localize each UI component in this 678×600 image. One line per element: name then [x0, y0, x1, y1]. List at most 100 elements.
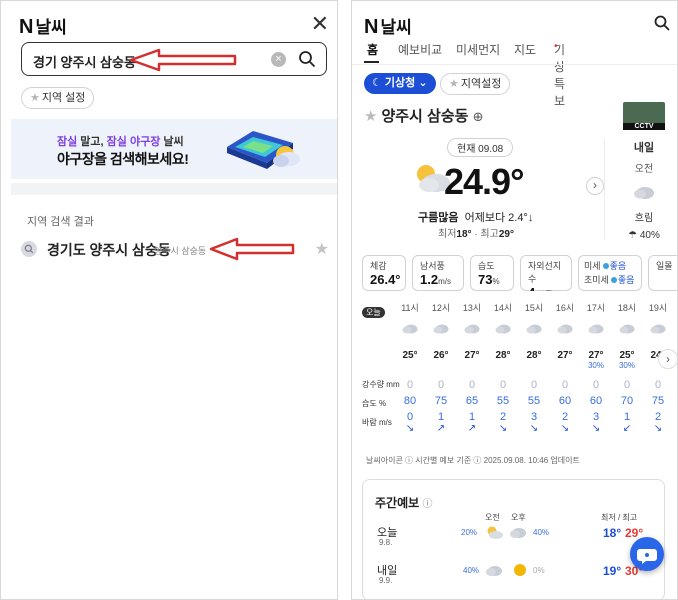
hour-rain: 0 — [561, 379, 569, 391]
cloudy-icon — [464, 324, 480, 334]
cloudy-icon — [557, 324, 573, 334]
chevron-right-icon[interactable]: › — [586, 177, 604, 195]
weekly-tmin: 19° — [603, 564, 622, 578]
hour-wind: 3 — [530, 411, 538, 423]
hour-wind: 2 — [499, 411, 507, 423]
hour-rain: 0 — [406, 379, 414, 391]
weather-panel: N 날씨 홈 예보비교 미세먼지 지도 기상특보 • ☾ 기상청 ⌄ ★ 지역설정 ★… — [351, 0, 678, 600]
min-label: 최저 — [438, 229, 457, 240]
ballpark-banner[interactable]: 잠실 말고, 잠실 야구장 날씨 야구장을 검색해보세요! — [11, 119, 337, 179]
hour-temp: 25° — [619, 350, 635, 361]
result-sub-text: 양주시 삼숭동 — [154, 246, 207, 256]
stat-wind[interactable]: 남서풍 1.2m/s — [412, 255, 464, 291]
max-label: 최고 — [480, 229, 499, 240]
hour-column: 15시 28° 0 55 3 ↘ — [520, 301, 548, 434]
stat-unit: % — [492, 277, 500, 286]
stat-fine-dust[interactable]: 미세 좋음 초미세 좋음 — [578, 255, 642, 291]
right-header: N 날씨 — [364, 13, 670, 38]
chat-fab-button[interactable] — [630, 537, 664, 571]
chevron-right-icon[interactable]: › — [658, 349, 677, 369]
tab-map[interactable]: 지도 — [514, 41, 536, 58]
region-setting-label: 지역 설정 — [41, 92, 86, 104]
cctv-label: CCTV — [623, 123, 665, 130]
hour-temp: 28° — [495, 350, 511, 361]
search-icon[interactable] — [298, 50, 316, 68]
wind-direction-icon: ↗ — [436, 423, 446, 434]
weekly-pop-am: 40% — [463, 566, 480, 575]
weekly-row-today[interactable]: 오늘 9.8. 20% 40% 18° 29° — [375, 524, 665, 552]
weekly-row-tomorrow[interactable]: 내일 9.9. 40% 0% 19° 30° — [375, 562, 665, 590]
tab-forecast-compare[interactable]: 예보비교 — [398, 41, 442, 58]
hour-temp: 25° — [402, 350, 418, 361]
hour-label: 11시 — [401, 303, 419, 313]
naver-logo[interactable]: N — [19, 16, 33, 38]
stat-label: 남서풍 — [420, 261, 445, 271]
hour-wind: 3 — [592, 411, 600, 423]
source-dropdown[interactable]: ☾ 기상청 ⌄ — [364, 73, 436, 94]
tomorrow-condition: 흐림 — [634, 213, 654, 224]
hour-label: 17시 — [586, 303, 606, 313]
update-note: 날씨아이콘 ⓘ 시간별 예보 기준 ⓘ 2025.09.08. 10:46 업데… — [366, 456, 580, 465]
hour-label: 13시 — [462, 303, 482, 313]
hour-rain: 0 — [499, 379, 507, 391]
stat-unit: m/s — [438, 277, 451, 286]
location-name: 양주시 삼숭동 — [381, 108, 469, 125]
hour-label: 15시 — [524, 303, 544, 313]
stat-unit: 보통 — [538, 290, 553, 291]
stat-uv[interactable]: 자외선지수 4 보통 — [520, 255, 572, 291]
active-tab-indicator — [364, 61, 379, 63]
weather-stats: 체감 26.4° 남서풍 1.2m/s 습도 73% 자외선지수 4 보통 미세… — [362, 255, 677, 291]
tomorrow-summary[interactable]: 내일 오전 흐림 ☂ 40% — [614, 139, 674, 241]
wind-direction-icon: ↘ — [560, 423, 570, 434]
weekly-tmin: 18° — [603, 526, 622, 540]
stat-value: 1.2 — [420, 272, 439, 287]
region-setting-chip[interactable]: ★ 지역 설정 — [21, 87, 95, 109]
stat-label: 자외선지수 — [528, 261, 562, 284]
banner-text-b: 말고, — [77, 136, 107, 148]
hour-rain: 0 — [530, 379, 538, 391]
close-icon[interactable]: ✕ — [311, 13, 329, 35]
naver-logo[interactable]: N — [364, 16, 378, 38]
hour-column: 12시 26° 0 75 1 ↗ — [427, 301, 455, 434]
tab-home[interactable]: 홈 — [367, 41, 378, 58]
hour-pop: 30% — [587, 361, 604, 370]
hour-humidity: 60 — [558, 395, 572, 407]
cloudy-icon — [495, 324, 511, 334]
hour-humidity: 60 — [589, 395, 603, 407]
weekly-title: 주간예보 ⓘ — [375, 494, 433, 511]
cctv-thumbnail[interactable]: CCTV — [623, 102, 665, 130]
cloudy-icon — [510, 528, 526, 538]
section-divider — [11, 183, 337, 195]
wind-direction-icon: ↘ — [591, 423, 601, 434]
source-label: 기상청 — [384, 77, 416, 89]
row-label-humidity: 습도 % — [362, 399, 387, 408]
clear-icon[interactable]: × — [271, 52, 286, 67]
tab-fine-dust[interactable]: 미세먼지 — [456, 41, 500, 58]
chevron-down-icon: ⌄ — [415, 77, 428, 89]
results-title: 지역 검색 결과 — [27, 216, 94, 228]
locate-icon[interactable]: ⊕ — [473, 109, 484, 124]
search-icon[interactable] — [654, 15, 670, 31]
stat-humidity[interactable]: 습도 73% — [470, 255, 514, 291]
tabs-divider — [352, 64, 677, 65]
wind-direction-icon: ↙ — [622, 423, 632, 434]
wind-direction-icon: ↘ — [498, 423, 508, 434]
stat-label: 체감 — [370, 261, 387, 271]
hourly-forecast[interactable]: 오늘 강수량 mm 습도 % 바람 m/s 11시 25° 0 80 0 ↘ 12시 26° 0… — [362, 301, 677, 441]
new-dot-icon: • — [554, 41, 558, 52]
hour-pop: 30% — [618, 361, 635, 370]
region-setting-chip[interactable]: ★ 지역설정 — [440, 73, 511, 95]
hour-temp: 26° — [433, 350, 449, 361]
stat-sunset[interactable]: 일몰 — [648, 255, 677, 291]
hour-pop — [458, 361, 486, 371]
info-icon[interactable]: ⓘ — [423, 499, 433, 510]
weekly-date: 9.9. — [379, 576, 393, 585]
weekly-date: 9.8. — [379, 538, 393, 547]
left-header: N 날씨 ✕ — [19, 13, 329, 39]
stat-feels-like[interactable]: 체감 26.4° — [362, 255, 406, 291]
pm10-label: 미세 — [584, 261, 601, 271]
favorite-star-icon[interactable]: ★ — [364, 108, 377, 125]
favorite-star-icon[interactable]: ★ — [315, 239, 329, 259]
hour-humidity: 75 — [651, 395, 665, 407]
banner-line2: 야구장을 검색해보세요! — [57, 151, 189, 167]
